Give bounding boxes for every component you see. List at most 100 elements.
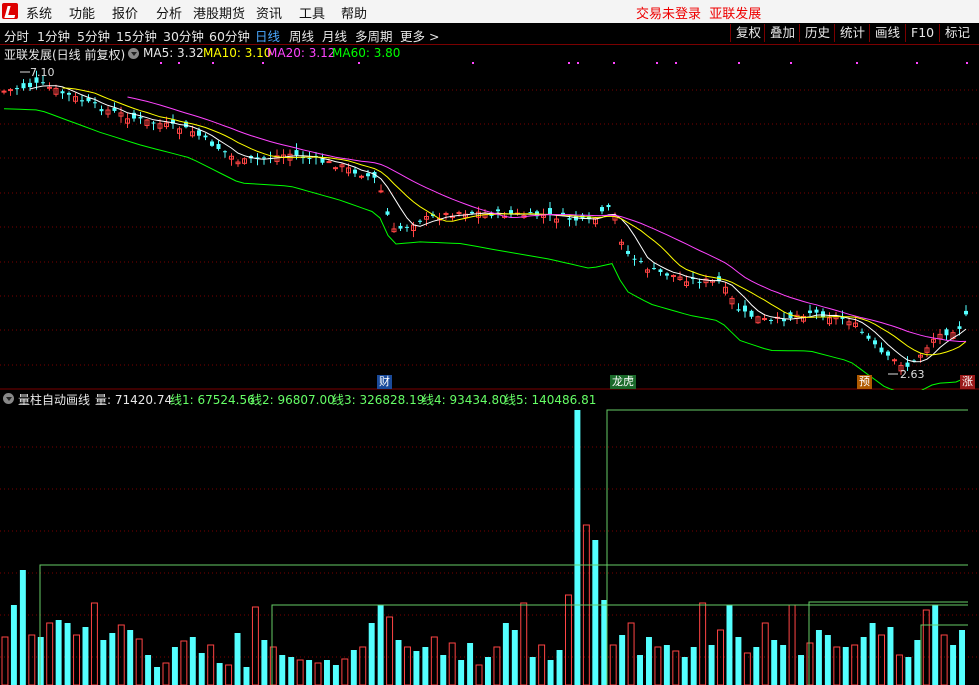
ma10-label: MA10: 3.10 xyxy=(203,46,272,60)
volume-bar xyxy=(216,663,223,685)
menu-analysis[interactable]: 分析 xyxy=(156,3,182,22)
menu-tools[interactable]: 工具 xyxy=(299,3,325,22)
candle-body xyxy=(886,351,890,356)
draw-line-button[interactable]: 画线 xyxy=(869,24,905,42)
volume-bar xyxy=(440,655,447,685)
tab-weekly[interactable]: 周线 xyxy=(289,26,314,45)
price-low-label: 2.63 xyxy=(900,368,925,381)
volume-bar xyxy=(46,622,54,685)
candle-body xyxy=(41,82,45,84)
candle-body xyxy=(80,100,84,102)
marker-dot xyxy=(212,62,214,64)
volume-bar xyxy=(1,636,9,685)
volume-bar xyxy=(207,644,215,685)
tab-60min[interactable]: 60分钟 xyxy=(209,26,250,45)
candle-body xyxy=(873,340,877,345)
volume-bar xyxy=(162,662,170,685)
volume-bar xyxy=(279,655,286,685)
volume-bar xyxy=(690,647,697,685)
event-badge-dragon-tiger[interactable]: 龙虎 xyxy=(610,375,636,389)
candle-body xyxy=(307,158,312,160)
volume-bar xyxy=(681,657,688,685)
volume-bar xyxy=(19,570,26,685)
volume-bar xyxy=(922,609,930,685)
volume-bar xyxy=(127,630,134,685)
volume-bar xyxy=(368,623,375,685)
menu-quote[interactable]: 报价 xyxy=(112,3,138,22)
menu-function[interactable]: 功能 xyxy=(69,3,95,22)
tab-1min[interactable]: 1分钟 xyxy=(37,26,70,45)
overlay-button[interactable]: 叠加 xyxy=(764,24,800,42)
menu-help[interactable]: 帮助 xyxy=(341,3,367,22)
volume-bar xyxy=(860,637,867,685)
ma60-line xyxy=(3,108,965,390)
tab-15min[interactable]: 15分钟 xyxy=(116,26,157,45)
menu-system[interactable]: 系统 xyxy=(26,3,52,22)
candle-body xyxy=(398,225,403,229)
volume-chart[interactable] xyxy=(0,407,979,685)
volume-bar xyxy=(761,622,769,685)
candle-body xyxy=(814,309,819,313)
volume-bar xyxy=(198,653,205,685)
vol-line1: 线1: 67524.56 xyxy=(170,393,255,407)
candle-body xyxy=(203,135,208,138)
event-badge-limit-up[interactable]: 涨 xyxy=(960,375,975,389)
event-badge-finance[interactable]: 财 xyxy=(377,375,392,389)
volume-settings-icon[interactable] xyxy=(3,393,14,404)
volume-bar xyxy=(619,635,626,685)
candle-body xyxy=(60,91,65,94)
tab-30min[interactable]: 30分钟 xyxy=(163,26,204,45)
tab-5min[interactable]: 5分钟 xyxy=(77,26,110,45)
candlestick-chart[interactable]: 7.10 2.63 xyxy=(0,62,979,390)
volume-bar xyxy=(556,650,563,685)
candle-body xyxy=(8,89,13,92)
candle-body xyxy=(665,273,669,276)
settings-dropdown-icon[interactable] xyxy=(128,48,139,59)
f10-button[interactable]: F10 xyxy=(905,24,939,42)
volume-bar xyxy=(430,636,438,685)
event-badge-forecast[interactable]: 预 xyxy=(857,375,872,389)
volume-bar xyxy=(950,645,957,685)
candle-body xyxy=(808,310,812,314)
candle-body xyxy=(353,169,357,174)
tab-more[interactable]: 更多 > xyxy=(400,26,439,45)
volume-bar xyxy=(448,642,456,685)
volume-bar xyxy=(458,660,465,685)
volume-bar xyxy=(117,624,125,685)
volume-bar xyxy=(851,644,859,685)
candle-body xyxy=(470,211,474,214)
ma10-line xyxy=(62,87,967,356)
fuquan-button[interactable]: 复权 xyxy=(730,24,766,42)
tab-daily[interactable]: 日线 xyxy=(255,26,280,45)
marker-dot xyxy=(160,62,162,64)
tab-multi-period[interactable]: 多周期 xyxy=(355,26,393,45)
candle-body xyxy=(47,86,52,89)
marker-dot xyxy=(966,62,968,64)
volume-bar xyxy=(135,638,143,685)
volume-bar xyxy=(637,655,643,685)
chart-title: 亚联发展(日线 前复权) xyxy=(4,48,126,62)
candle-body xyxy=(21,83,26,89)
volume-bar xyxy=(404,646,411,685)
candle-body xyxy=(210,141,214,146)
menu-hk-futures[interactable]: 港股期货 xyxy=(193,3,245,22)
volume-bar xyxy=(324,660,330,685)
candle-body xyxy=(366,173,370,177)
candle-body xyxy=(879,347,884,353)
main-chart-info-line: 亚联发展(日线 前复权) MA5: 3.32 MA10: 3.10 MA20: … xyxy=(0,45,979,62)
tab-timeshare[interactable]: 分时 xyxy=(4,26,29,45)
stock-name-status: 亚联发展 xyxy=(709,7,762,22)
volume-bar xyxy=(251,606,259,685)
stats-button[interactable]: 统计 xyxy=(834,24,870,42)
mark-button[interactable]: 标记 xyxy=(939,24,975,42)
volume-bar xyxy=(940,634,948,685)
volume-bar xyxy=(878,634,885,685)
history-button[interactable]: 历史 xyxy=(799,24,835,42)
candle-body xyxy=(67,92,71,95)
volume-bar xyxy=(771,640,778,685)
marker-dot xyxy=(613,62,615,64)
menu-news[interactable]: 资讯 xyxy=(256,3,282,22)
candle-body xyxy=(567,218,572,220)
volume-bar xyxy=(422,647,429,685)
tab-monthly[interactable]: 月线 xyxy=(322,26,347,45)
